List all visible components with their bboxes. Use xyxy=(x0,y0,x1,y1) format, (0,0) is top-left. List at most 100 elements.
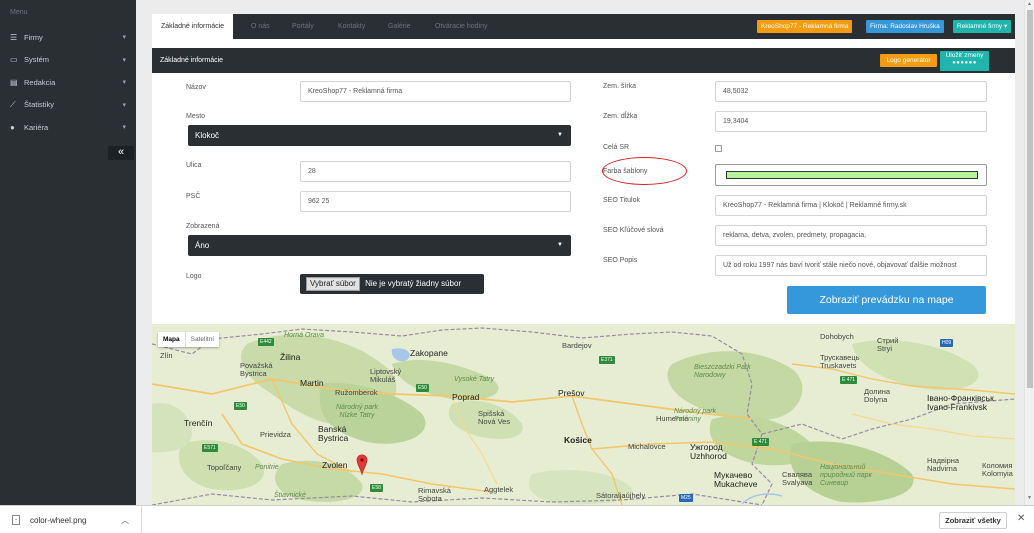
tab-bar: Základné informácie O nás Portály Kontak… xyxy=(152,14,1015,39)
map-label: Martin xyxy=(300,378,324,388)
tab-kontakty[interactable]: Kontakty xyxy=(338,14,365,39)
chevron-down-icon: ▾ xyxy=(122,101,126,109)
map-label: Považská Bystrica xyxy=(240,361,273,378)
seo-description-field[interactable]: Už od roku 1997 nás baví tvoriť stále ni… xyxy=(715,255,987,276)
save-button-label: Uložiť zmeny xyxy=(945,52,984,59)
dlzka-label: Zem. dĺžka xyxy=(603,113,638,120)
map-label: Topoľčany xyxy=(207,463,242,472)
map-label: Národný park Nízke Tatry xyxy=(335,404,379,419)
app-window: Menu ☰ Firmy ▾ ▭ Systém ▾ ▤ Redakcia ▾ ⟋… xyxy=(0,0,1034,533)
sidebar-item-label: Kariéra xyxy=(24,122,49,132)
map-label: Prešov xyxy=(558,388,585,398)
longitude-field[interactable]: 19,3404 xyxy=(715,111,987,132)
template-color-swatch xyxy=(726,171,978,179)
highlight-annotation xyxy=(602,157,687,185)
sidebar-collapse-button[interactable]: « xyxy=(108,146,134,160)
sidebar-item-statistiky[interactable]: ⟋ Štatistiky ▾ xyxy=(0,94,136,117)
user-icon: ● xyxy=(10,122,15,132)
map-label: Івано-Франківськ Ivano-Frankivsk xyxy=(927,393,994,412)
ulica-field[interactable]: 28 xyxy=(300,161,571,182)
save-button[interactable]: Uložiť zmeny ●●●●●● xyxy=(940,51,989,71)
logo-file-input[interactable]: Vybrať súbor Nie je vybratý žiadny súbor xyxy=(300,274,484,294)
map-label: Ružomberok xyxy=(335,388,378,397)
road-shield: E 471 xyxy=(840,376,858,384)
choose-file-button[interactable]: Vybrať súbor xyxy=(306,277,360,291)
map-label: Національний природний парк Синевир xyxy=(820,464,872,487)
map-label: Коломия Kolomyia xyxy=(982,461,1013,478)
download-item[interactable]: ▪ color-wheel.png ︿ xyxy=(0,506,142,533)
seo-title-field[interactable]: KreoShop77 - Reklamná firma | Klokoč | R… xyxy=(715,195,987,216)
map-label: Aggtelek xyxy=(484,485,514,494)
scrollbar-thumb[interactable] xyxy=(1027,10,1033,388)
sidebar-item-label: Štatistiky xyxy=(24,100,55,110)
chevron-up-icon[interactable]: ︿ xyxy=(121,515,129,526)
scroll-down-arrow-icon[interactable]: ▼ xyxy=(1027,495,1032,501)
chevron-down-icon: ▾ xyxy=(122,56,126,64)
chevron-down-icon: ▼ xyxy=(557,132,563,138)
road-shield: E50 xyxy=(234,402,247,410)
main-area: Základné informácie O nás Portály Kontak… xyxy=(136,0,1024,505)
tab-zakladne-informacie[interactable]: Základné informácie xyxy=(152,14,234,39)
map-label: Стрий Stryi xyxy=(877,336,899,353)
mesto-label: Mesto xyxy=(186,113,206,120)
map-label: Свалява Svalyava xyxy=(782,470,813,487)
map-label: Košice xyxy=(564,435,592,445)
owner-badge[interactable]: Firma: Radoslav Hruška xyxy=(866,20,944,33)
sidebar-item-firmy[interactable]: ☰ Firmy ▾ xyxy=(0,26,136,49)
chevron-down-icon: ▾ xyxy=(122,34,126,42)
map-label: Poprad xyxy=(452,392,480,402)
map-label: Vysoké Tatry xyxy=(454,376,495,383)
show-on-map-button[interactable]: Zobraziť prevádzku na mape xyxy=(787,286,986,314)
sidebar: Menu ☰ Firmy ▾ ▭ Systém ▾ ▤ Redakcia ▾ ⟋… xyxy=(0,0,136,505)
chevron-down-icon: ▾ xyxy=(122,79,126,87)
show-all-downloads-button[interactable]: Zobraziť všetky xyxy=(939,512,1007,529)
tab-otvaracie-hodiny[interactable]: Otváracie hodiny xyxy=(435,14,488,39)
close-icon[interactable]: ✕ xyxy=(1017,513,1025,524)
category-dropdown[interactable]: Reklamné firmy ▾ xyxy=(953,20,1012,33)
zobrazena-select[interactable]: Áno ▼ xyxy=(188,235,571,256)
map-label: Sátoraljaújhely xyxy=(596,491,646,500)
panel-header: Základné informácie Logo generátor Uloži… xyxy=(152,48,1015,73)
map-view[interactable]: Mapa Satelitní Zlín Žilina Považská Byst… xyxy=(152,324,1015,505)
map-label: Надвірна Nadvirna xyxy=(927,456,960,473)
map-label: Štiavnické xyxy=(274,492,306,499)
sidebar-item-redakcia[interactable]: ▤ Redakcia ▾ xyxy=(0,71,136,94)
map-label: Žilina xyxy=(280,352,301,362)
road-shield: E 471 xyxy=(752,438,770,446)
tab-galerie[interactable]: Galérie xyxy=(388,14,411,39)
page-scrollbar[interactable]: ▲ ▼ xyxy=(1024,0,1034,505)
latitude-field[interactable]: 48,5032 xyxy=(715,81,987,102)
map-label: Horná Orava xyxy=(284,332,325,339)
mesto-select[interactable]: Klokoč ▼ xyxy=(188,125,571,146)
tab-portaly[interactable]: Portály xyxy=(292,14,314,39)
map-label: Bardejov xyxy=(562,341,592,350)
map-label: Liptovský Mikuláš xyxy=(370,367,402,384)
sidebar-menu-title: Menu xyxy=(10,9,28,16)
road-shield: H09 xyxy=(940,339,954,347)
save-progress-dots: ●●●●●● xyxy=(952,60,977,66)
nazov-field[interactable]: KreoShop77 - Reklamná firma xyxy=(300,81,571,102)
cela-sr-checkbox[interactable] xyxy=(715,145,722,152)
sidebar-item-label: Redakcia xyxy=(24,77,56,87)
map-label: Трускавець Truskavets xyxy=(820,353,860,370)
map-label: Долина Dolyna xyxy=(864,387,891,404)
sidebar-item-kariera[interactable]: ● Kariéra ▾ xyxy=(0,116,136,139)
template-color-picker[interactable] xyxy=(715,164,987,186)
zobrazena-select-value: Áno xyxy=(195,241,210,250)
map-type-satellite-button[interactable]: Satelitní xyxy=(184,332,220,347)
map-label: Národný park Poloniny xyxy=(674,408,717,423)
panel-title: Základné informácie xyxy=(160,57,224,64)
tab-o-nas[interactable]: O nás xyxy=(251,14,270,39)
logo-generator-button[interactable]: Logo generátor xyxy=(880,54,937,67)
map-label: Zlín xyxy=(160,351,173,360)
monitor-icon: ▭ xyxy=(10,55,18,65)
road-shield: E371 xyxy=(599,356,615,364)
seo-keywords-field[interactable]: reklama, detva, zvolen, predmety, propag… xyxy=(715,225,987,246)
scroll-up-arrow-icon[interactable]: ▲ xyxy=(1027,1,1032,7)
map-label: Prievidza xyxy=(260,430,291,439)
psc-field[interactable]: 962 25 xyxy=(300,191,571,212)
sidebar-item-system[interactable]: ▭ Systém ▾ xyxy=(0,49,136,72)
shop-badge[interactable]: KreoShop77 - Reklamná firma xyxy=(757,20,853,33)
map-label: Trenčín xyxy=(184,418,213,428)
map-type-map-button[interactable]: Mapa xyxy=(158,332,185,347)
